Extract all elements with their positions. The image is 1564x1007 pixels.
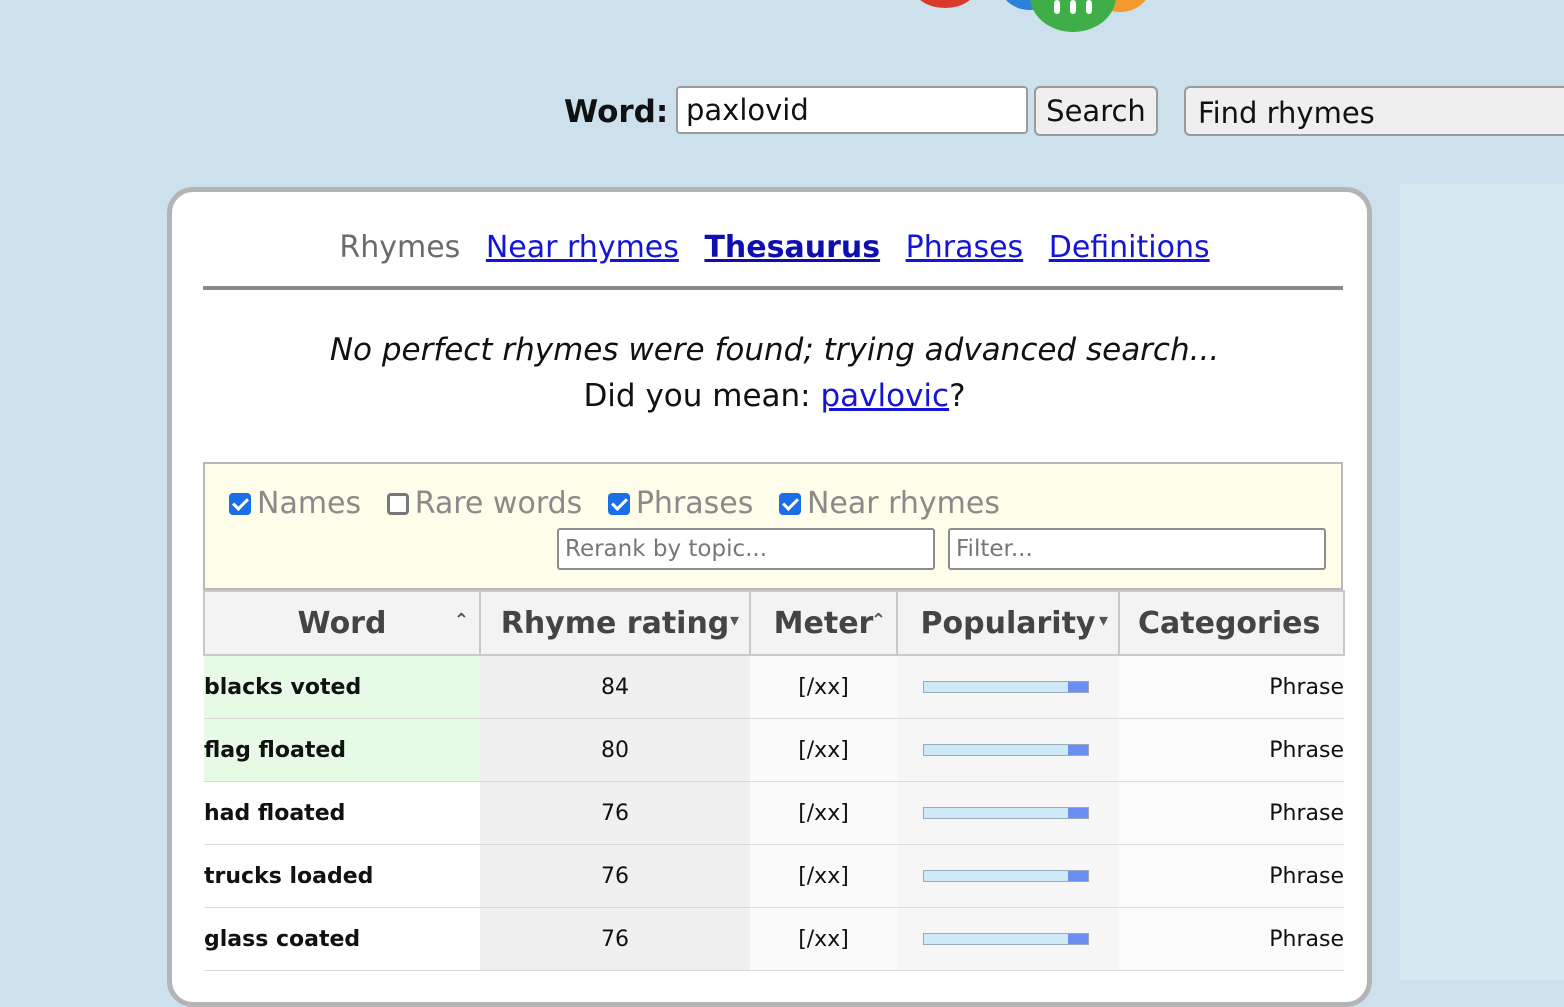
table-row[interactable]: blacks voted 84 [/xx] Phrase [204,655,1344,719]
rerank-input[interactable] [557,528,935,570]
table-row[interactable]: glass coated 76 [/xx] Phrase [204,907,1344,971]
cell-popularity [897,718,1119,782]
header-popularity[interactable]: Popularity ▾ [896,590,1120,656]
popularity-fill [1068,682,1088,692]
checkbox-label: Rare words [414,486,583,521]
checkbox-checked-icon[interactable] [229,492,251,515]
cell-category: Phrase [1119,907,1344,971]
checkbox-near-rhymes[interactable]: Near rhymes [778,486,1000,521]
popularity-fill [1068,745,1088,755]
logo-red-circle [914,0,976,8]
header-label: Categories [1138,605,1321,641]
chevron-down-icon: ▾ [1098,610,1108,631]
right-panel [1400,184,1564,980]
checkbox-label: Near rhymes [806,486,1000,521]
cell-popularity [897,907,1119,971]
header-label: Rhyme rating [500,605,730,641]
search-button[interactable]: Search [1034,86,1158,136]
cell-category: Phrase [1119,718,1344,782]
cell-meter: [/xx] [750,655,897,719]
checkbox-checked-icon[interactable] [778,492,801,515]
checkbox-phrases[interactable]: Phrases [607,486,754,521]
word-label: Word: [564,94,669,130]
cell-word[interactable]: blacks voted [204,655,480,719]
no-results-message: No perfect rhymes were found; trying adv… [329,332,1220,368]
word-input[interactable] [676,86,1028,134]
suggestion-link[interactable]: pavlovic [820,378,949,414]
checkbox-label: Names [257,486,362,521]
tabs-divider [203,286,1343,290]
popularity-bar [923,807,1089,819]
cell-word[interactable]: glass coated [204,907,480,971]
header-label: Word [297,605,387,641]
popularity-bar [923,870,1089,882]
cell-meter: [/xx] [750,718,897,782]
result-tabs: Rhymes Near rhymes Thesaurus Phrases Def… [172,230,1377,265]
tab-phrases[interactable]: Phrases [906,230,1024,265]
cell-word[interactable]: had floated [204,781,480,845]
tab-rhymes: Rhymes [339,230,461,265]
table-header-row: Word ⌃ Rhyme rating ▾ Meter ⌃ Popularity ▾ C… [203,590,1345,656]
popularity-fill [1068,934,1088,944]
did-you-mean-suffix: ? [949,378,966,414]
cell-word[interactable]: trucks loaded [204,844,480,908]
header-categories: Categories [1118,590,1345,656]
table-row[interactable]: flag floated 80 [/xx] Phrase [204,718,1344,782]
did-you-mean-label: Did you mean: [583,378,821,414]
cell-word[interactable]: flag floated [204,718,480,782]
chevron-up-icon: ⌃ [870,610,886,631]
cell-rating: 84 [480,655,750,719]
chevron-up-icon: ⌃ [453,610,469,631]
chevron-down-icon: ▾ [729,610,739,631]
checkbox-unchecked-icon[interactable] [386,492,409,515]
tab-near-rhymes[interactable]: Near rhymes [486,230,679,265]
checkbox-label: Phrases [635,486,754,521]
cell-rating: 76 [480,907,750,971]
results-table: Word ⌃ Rhyme rating ▾ Meter ⌃ Popularity ▾ C… [203,590,1345,971]
did-you-mean: Did you mean: pavlovic? [172,378,1377,414]
header-rhyme-rating[interactable]: Rhyme rating ▾ [479,590,751,656]
cell-rating: 76 [480,781,750,845]
cell-meter: [/xx] [750,907,897,971]
search-bar: Word: Search Find rhymes [0,86,1564,136]
popularity-bar [923,933,1089,945]
header-word[interactable]: Word ⌃ [203,590,481,656]
checkbox-names[interactable]: Names [229,486,361,521]
tab-thesaurus[interactable]: Thesaurus [704,230,880,265]
tab-definitions[interactable]: Definitions [1049,230,1210,265]
checkbox-rare-words[interactable]: Rare words [386,486,583,521]
header-label: Popularity [920,605,1096,641]
header-meter[interactable]: Meter ⌃ [749,590,898,656]
popularity-bar [923,744,1089,756]
popularity-fill [1068,808,1088,818]
checkbox-checked-icon[interactable] [607,492,630,515]
cell-meter: [/xx] [750,844,897,908]
filter-checkboxes: Names Rare words Phrases Near rhymes [229,486,1016,523]
cell-meter: [/xx] [750,781,897,845]
cell-category: Phrase [1119,655,1344,719]
cell-category: Phrase [1119,781,1344,845]
cell-category: Phrase [1119,844,1344,908]
cell-popularity [897,781,1119,845]
cell-rating: 76 [480,844,750,908]
mode-select[interactable]: Find rhymes [1184,86,1564,136]
cell-popularity [897,844,1119,908]
header-label: Meter [773,605,874,641]
popularity-fill [1068,871,1088,881]
popularity-bar [923,681,1089,693]
table-row[interactable]: trucks loaded 76 [/xx] Phrase [204,844,1344,908]
logo-bars [1050,0,1100,14]
cell-rating: 80 [480,718,750,782]
filter-input[interactable] [948,528,1326,570]
site-logo [900,0,1160,34]
cell-popularity [897,655,1119,719]
results-card: Rhymes Near rhymes Thesaurus Phrases Def… [167,187,1372,1007]
table-row[interactable]: had floated 76 [/xx] Phrase [204,781,1344,845]
filter-panel: Names Rare words Phrases Near rhymes [203,462,1343,590]
